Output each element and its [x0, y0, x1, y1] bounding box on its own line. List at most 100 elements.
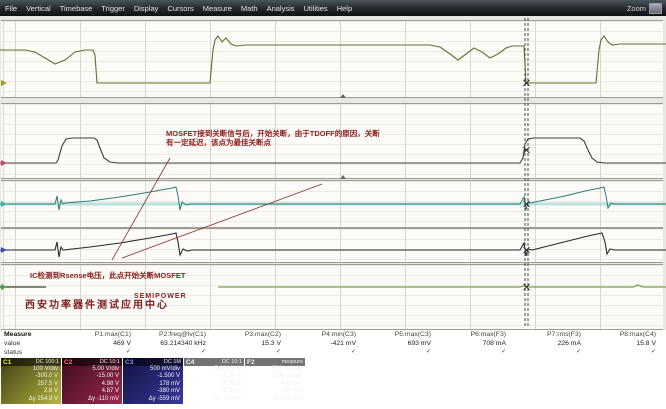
channel-readout: -1.500 V	[123, 373, 183, 380]
measure-param-4[interactable]: P4:min(C3)-421 mV✓	[291, 330, 366, 358]
param-label: P3:max(C2)	[216, 330, 281, 339]
channel-readout: 2.6 V	[1, 388, 61, 395]
menu-item-analysis[interactable]: Analysis	[267, 4, 295, 13]
channel-id: C2	[64, 359, 72, 366]
channel-panel-f2[interactable]: F2 measure500 mA/div3.00 µs/div402 mA-200…	[245, 358, 305, 404]
channel-readout: -300.0 V	[1, 373, 61, 380]
param-status-check: ✓	[216, 348, 281, 357]
channel-readout: 178 mV	[123, 381, 183, 388]
menu-item-help[interactable]: Help	[337, 4, 352, 13]
channel-readout: Δy 421 mA	[245, 396, 305, 403]
panel-header: C1 DC 100:1	[1, 358, 61, 366]
annotation-rsense: IC检测到Rsense电压，此点开始关断MOSFET	[30, 271, 185, 280]
param-value: 469 V	[66, 339, 131, 348]
param-status-check: ✓	[366, 348, 431, 357]
param-label: P8:max(C4)	[591, 330, 656, 339]
panel-header: C2 DC 10:1	[62, 358, 122, 366]
channel-readout: -380 mV	[123, 388, 183, 395]
zoom-window-icon[interactable]	[649, 3, 662, 14]
measure-param-1[interactable]: P1:max(C1)469 V✓	[66, 330, 141, 358]
oscilloscope-screen: File Vertical Timebase Trigger Display Cursor…	[0, 0, 666, 409]
grid-section-c1	[1, 20, 663, 98]
status-label: status	[4, 348, 66, 357]
channel-coupling: DC 10:1	[100, 359, 120, 365]
measure-param-2[interactable]: P2:freq@lv(C1)63.214340 kHz✓	[141, 330, 216, 358]
waveform-plot-area[interactable]	[0, 16, 666, 330]
zoom-label: Zoom	[627, 4, 646, 13]
channel-readout: 3.00 µs/div	[245, 373, 305, 380]
measure-param-6[interactable]: P6:max(F3)708 mA✓	[441, 330, 516, 358]
channel-panel-c2[interactable]: C2 DC 10:15.00 V/div-15.00 V4.98 V4.87 VΔ…	[62, 358, 122, 404]
menu-item-trigger[interactable]: Trigger	[101, 4, 124, 13]
measure-strip: Measure value status P1:max(C1)469 V✓P2:…	[0, 330, 666, 358]
menu-items: File Vertical Timebase Trigger Display Cursor…	[0, 4, 627, 13]
channel-readout: Δy -559 mV	[123, 396, 183, 403]
measure-param-7[interactable]: P7:rms(F3)226 mA✓	[516, 330, 591, 358]
param-value: 15.3 V	[216, 339, 281, 348]
channel-id: F2	[247, 359, 255, 366]
menu-item-file[interactable]: File	[5, 4, 17, 13]
measure-label: Measure	[4, 330, 66, 339]
param-value: 63.214340 kHz	[141, 339, 206, 348]
param-status-check: ✓	[516, 348, 581, 357]
param-value: -421 mV	[291, 339, 356, 348]
channel-readout: 5.00 V/div	[184, 366, 244, 373]
channel-readout: 100 V/div	[1, 366, 61, 373]
measure-columns: P1:max(C1)469 V✓P2:freq@lv(C1)63.214340 …	[66, 330, 666, 358]
channel-panel-c3[interactable]: C3 DC 1M500 mV/div-1.500 V178 mV-380 mVΔy…	[123, 358, 183, 404]
channel-id: C3	[125, 359, 133, 366]
measure-param-3[interactable]: P3:max(C2)15.3 V✓	[216, 330, 291, 358]
brand-text-chinese: 西安功率器件测试应用中心	[25, 301, 169, 310]
panel-header: C3 DC 1M	[123, 358, 183, 366]
channel-readout: 4.98 V	[62, 381, 122, 388]
param-status-check: ✓	[441, 348, 506, 357]
param-label: P7:rms(F3)	[516, 330, 581, 339]
param-value: 693 mV	[366, 339, 431, 348]
param-label: P6:max(F3)	[441, 330, 506, 339]
grid-section-c3	[1, 180, 663, 228]
menu-item-display[interactable]: Display	[134, 4, 159, 13]
channel-coupling: DC 1M	[164, 359, 181, 365]
menu-item-timebase[interactable]: Timebase	[60, 4, 93, 13]
channel-readout: Δy -110 mV	[62, 396, 122, 403]
channel-readout: 4.87 V	[62, 388, 122, 395]
panel-header: F2 measure	[245, 358, 305, 366]
param-status-check: ✓	[591, 348, 656, 357]
channel-coupling: DC 100:1	[36, 359, 59, 365]
channel-readout: 500 mV/div	[123, 366, 183, 373]
channel-readout: 402 mA	[245, 381, 305, 388]
menu-item-utilities[interactable]: Utilities	[304, 4, 328, 13]
channel-readout: Δy 254.9 V	[1, 396, 61, 403]
grid-section-f2	[1, 228, 663, 263]
channel-coupling: measure	[282, 359, 303, 365]
measure-param-5[interactable]: P5:max(C3)693 mV✓	[366, 330, 441, 358]
annotation-turnoff-delay: MOSFET接到关断信号后，开始关断，由于TDOFF的原因，关断 有一定延迟，该…	[166, 129, 436, 147]
measure-row-labels: Measure value status	[0, 330, 66, 358]
channel-readout: -200 mA	[245, 388, 305, 395]
channel-id: C1	[3, 359, 11, 366]
channel-panel-c1[interactable]: C1DC 100:1100 V/div-300.0 V257.5 V2.6 VΔ…	[1, 358, 61, 404]
measure-param-8[interactable]: P8:max(C4)15.8 V✓	[591, 330, 666, 358]
menu-item-measure[interactable]: Measure	[203, 4, 232, 13]
param-status-check: ✓	[66, 348, 131, 357]
channel-readout: 5.00 V/div	[62, 366, 122, 373]
param-label: P1:max(C1)	[66, 330, 131, 339]
param-label: P5:max(C3)	[366, 330, 431, 339]
channel-panel-c4[interactable]: C4DC 10:15.00 V/div-15.00 V18.36 V18.34 …	[184, 358, 244, 404]
channel-readout: Δy -20 mV	[184, 396, 244, 403]
channel-id: C4	[186, 359, 194, 366]
zoom-control[interactable]: Zoom	[627, 3, 666, 14]
menu-item-vertical[interactable]: Vertical	[26, 4, 51, 13]
channel-readout: -15.00 V	[62, 373, 122, 380]
param-label: P4:min(C3)	[291, 330, 356, 339]
channel-readout: 18.34 V	[184, 388, 244, 395]
param-status-check: ✓	[291, 348, 356, 357]
menu-item-cursors[interactable]: Cursors	[167, 4, 193, 13]
channel-readout: 500 mA/div	[245, 366, 305, 373]
value-label: value	[4, 339, 66, 348]
param-value: 226 mA	[516, 339, 581, 348]
channel-coupling: DC 10:1	[222, 359, 242, 365]
channel-readout: 18.36 V	[184, 381, 244, 388]
menu-item-math[interactable]: Math	[241, 4, 258, 13]
param-label: P2:freq@lv(C1)	[141, 330, 206, 339]
